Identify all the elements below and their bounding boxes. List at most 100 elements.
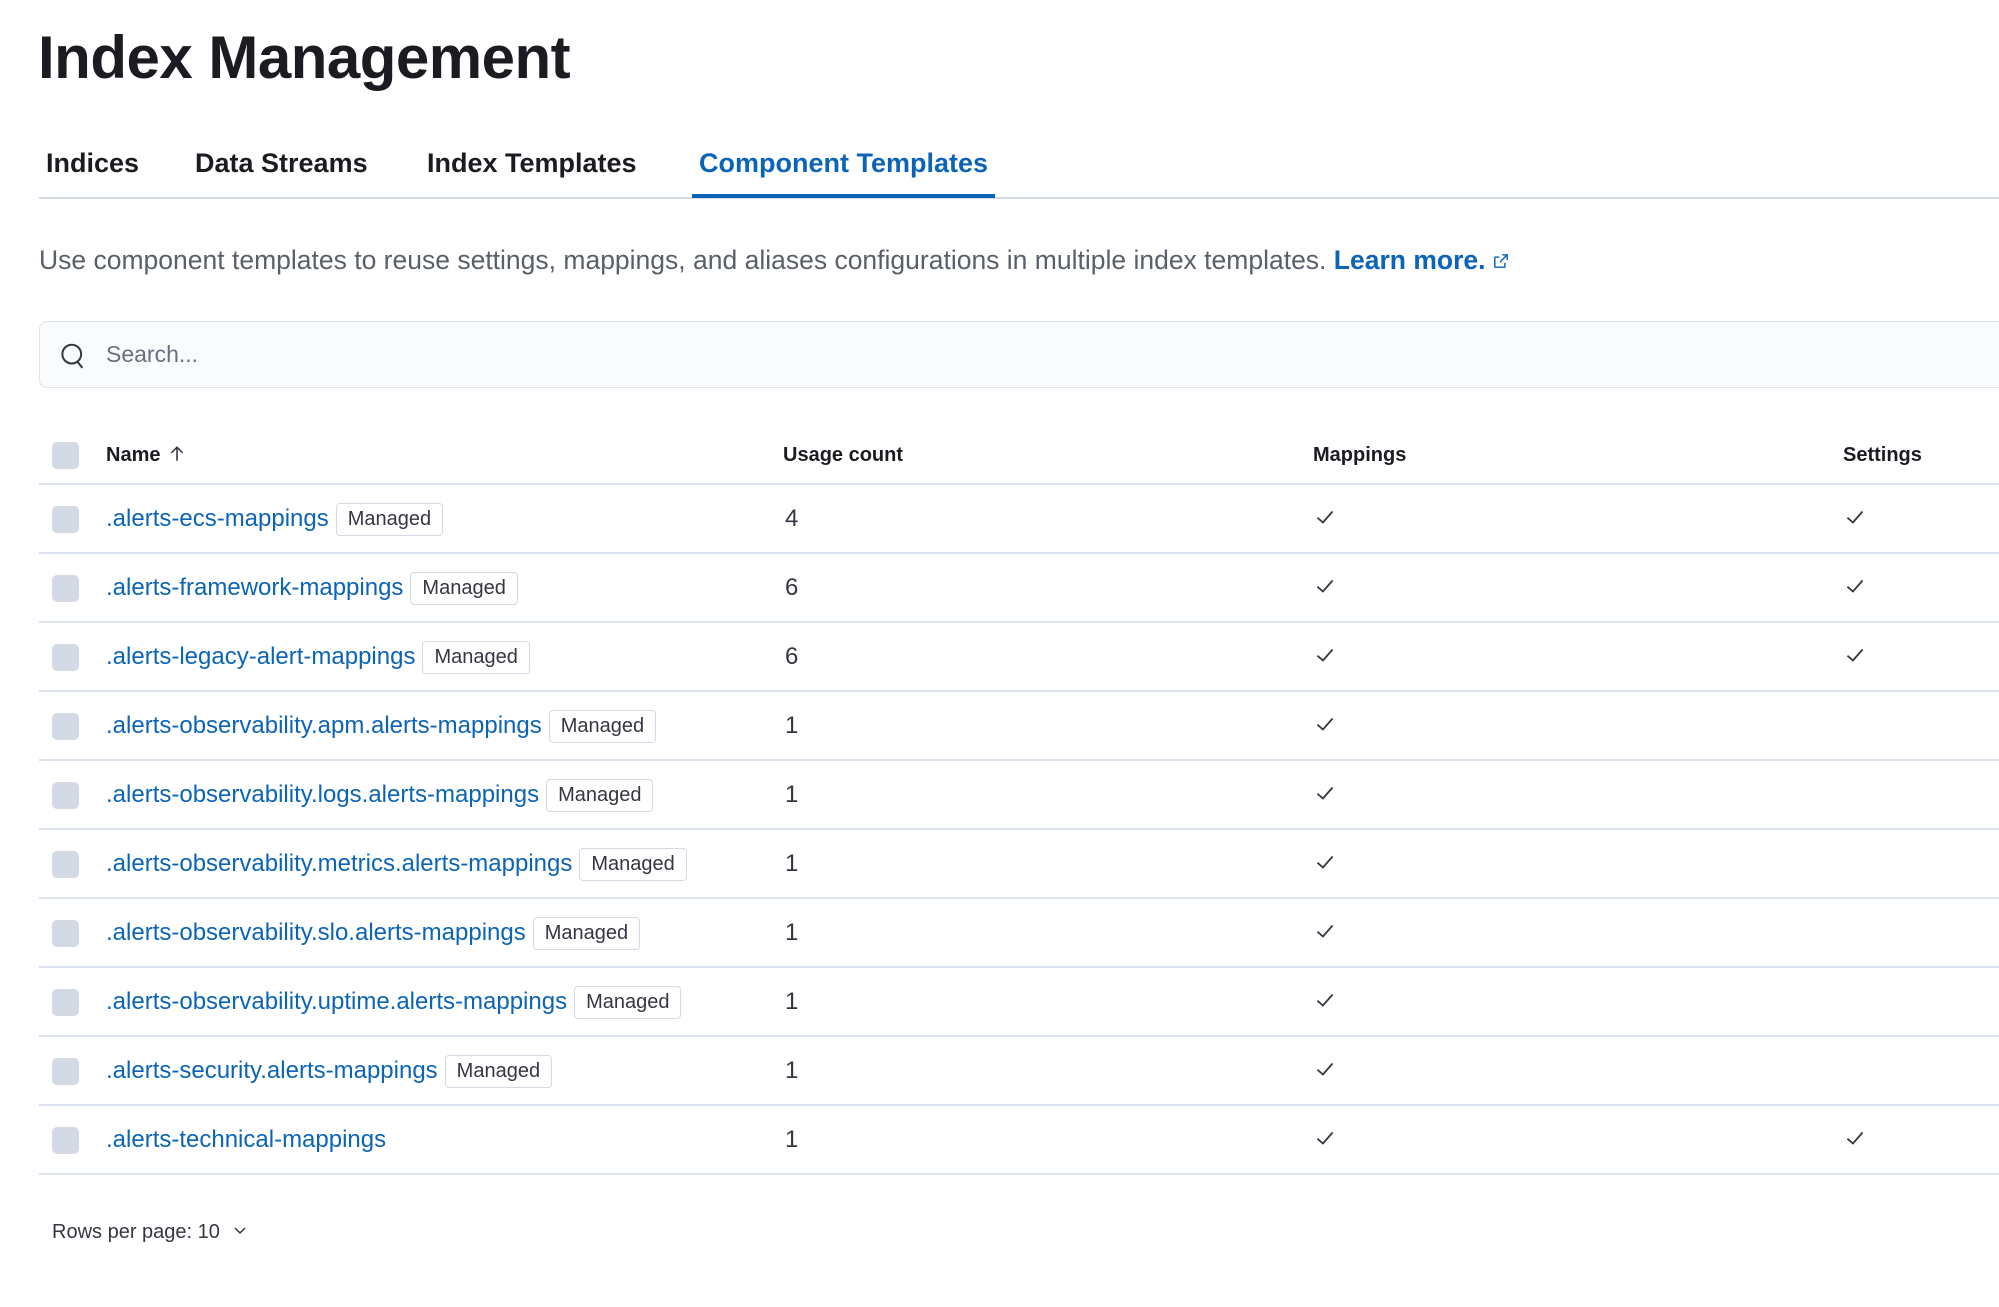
table-header-row: Name Usage count Mappings Settings	[39, 420, 1999, 485]
check-icon	[1316, 786, 1334, 800]
tab-indices[interactable]: Indices	[39, 130, 146, 198]
mappings-cell	[1314, 692, 1336, 760]
usage-count-cell: 4	[785, 505, 799, 532]
template-name-link[interactable]: .alerts-observability.metrics.alerts-map…	[106, 850, 572, 877]
template-name-link[interactable]: .alerts-framework-mappings	[106, 574, 403, 601]
description: Use component templates to reuse setting…	[39, 241, 1510, 279]
tab-component-templates[interactable]: Component Templates	[692, 130, 996, 198]
learn-more-label: Learn more.	[1333, 245, 1486, 275]
table-row: .alerts-framework-mappings Managed 6	[39, 554, 1999, 623]
name-cell: .alerts-observability.metrics.alerts-map…	[106, 830, 687, 898]
name-cell: .alerts-ecs-mappings Managed	[106, 485, 444, 553]
template-name-link[interactable]: .alerts-security.alerts-mappings	[106, 1057, 438, 1084]
check-icon	[1316, 510, 1334, 524]
column-header-mappings: Mappings	[1313, 444, 1407, 466]
row-checkbox[interactable]	[52, 713, 79, 740]
row-checkbox[interactable]	[52, 1127, 79, 1154]
row-checkbox[interactable]	[52, 989, 79, 1016]
name-cell: .alerts-observability.slo.alerts-mapping…	[106, 899, 641, 967]
search-input[interactable]	[106, 322, 1906, 386]
row-checkbox[interactable]	[52, 851, 79, 878]
name-cell: .alerts-legacy-alert-mappings Managed	[106, 623, 530, 691]
mappings-cell	[1314, 623, 1336, 691]
table-row: .alerts-technical-mappings 1	[39, 1106, 1999, 1175]
name-cell: .alerts-observability.logs.alerts-mappin…	[106, 761, 654, 829]
column-header-usage-count: Usage count	[783, 444, 904, 466]
row-checkbox[interactable]	[52, 575, 79, 602]
usage-count-cell: 1	[785, 1057, 799, 1084]
mappings-cell	[1314, 1106, 1336, 1174]
template-name-link[interactable]: .alerts-technical-mappings	[106, 1126, 386, 1153]
managed-badge: Managed	[410, 572, 518, 605]
check-icon	[1846, 510, 1864, 524]
check-icon	[1316, 1062, 1334, 1076]
tab-index-templates[interactable]: Index Templates	[420, 130, 644, 198]
check-icon	[1316, 717, 1334, 731]
mappings-cell	[1314, 899, 1336, 967]
component-templates-table: Name Usage count Mappings Settings .aler…	[39, 420, 1999, 1175]
check-icon	[1316, 855, 1334, 869]
template-name-link[interactable]: .alerts-legacy-alert-mappings	[106, 643, 415, 670]
managed-badge: Managed	[579, 848, 687, 881]
managed-badge: Managed	[548, 710, 657, 743]
check-icon	[1846, 579, 1864, 593]
usage-count-cell: 6	[785, 574, 799, 601]
settings-cell	[1844, 485, 1866, 553]
select-all-checkbox[interactable]	[52, 442, 79, 469]
table-body: .alerts-ecs-mappings Managed 4 .alerts-fr…	[39, 485, 1999, 1175]
check-icon	[1316, 993, 1334, 1007]
template-name-link[interactable]: .alerts-observability.slo.alerts-mapping…	[106, 919, 526, 946]
usage-count-cell: 1	[785, 712, 799, 739]
template-name-link[interactable]: .alerts-observability.apm.alerts-mapping…	[106, 712, 542, 739]
mappings-cell	[1314, 968, 1336, 1036]
name-cell: .alerts-observability.uptime.alerts-mapp…	[106, 968, 682, 1036]
row-checkbox[interactable]	[52, 644, 79, 671]
rows-per-page-button[interactable]: Rows per page: 10	[52, 1217, 248, 1247]
table-row: .alerts-observability.logs.alerts-mappin…	[39, 761, 1999, 830]
settings-cell	[1844, 623, 1866, 691]
settings-cell	[1844, 1106, 1866, 1174]
tab-bar: Indices Data Streams Index Templates Com…	[39, 130, 1999, 199]
table-row: .alerts-security.alerts-mappings Managed …	[39, 1037, 1999, 1106]
usage-count-cell: 1	[785, 1126, 799, 1153]
table-row: .alerts-observability.apm.alerts-mapping…	[39, 692, 1999, 761]
table-row: .alerts-ecs-mappings Managed 4	[39, 485, 1999, 554]
chevron-down-icon	[234, 1227, 246, 1235]
usage-count-cell: 1	[785, 781, 799, 808]
managed-badge: Managed	[335, 503, 444, 536]
managed-badge: Managed	[532, 917, 641, 950]
page-title: Index Management	[38, 24, 571, 91]
search-bar	[39, 321, 1999, 388]
name-cell: .alerts-technical-mappings	[106, 1106, 386, 1174]
name-cell: .alerts-security.alerts-mappings Managed	[106, 1037, 553, 1105]
template-name-link[interactable]: .alerts-observability.uptime.alerts-mapp…	[106, 988, 567, 1015]
table-row: .alerts-observability.slo.alerts-mapping…	[39, 899, 1999, 968]
template-name-link[interactable]: .alerts-ecs-mappings	[106, 505, 329, 532]
table-row: .alerts-observability.uptime.alerts-mapp…	[39, 968, 1999, 1037]
mappings-cell	[1314, 830, 1336, 898]
column-header-name[interactable]: Name	[106, 420, 186, 490]
usage-count-cell: 1	[785, 850, 799, 877]
learn-more-link[interactable]: Learn more.	[1334, 245, 1510, 275]
row-checkbox[interactable]	[52, 782, 79, 809]
row-checkbox[interactable]	[52, 1058, 79, 1085]
tab-data-streams[interactable]: Data Streams	[188, 130, 375, 198]
row-checkbox[interactable]	[52, 506, 79, 533]
column-header-settings: Settings	[1843, 444, 1922, 466]
mappings-cell	[1314, 485, 1336, 553]
check-icon	[1316, 1131, 1334, 1145]
managed-badge: Managed	[444, 1055, 553, 1088]
mappings-cell	[1314, 554, 1336, 622]
mappings-cell	[1314, 1037, 1336, 1105]
description-text: Use component templates to reuse setting…	[39, 245, 1334, 275]
name-cell: .alerts-framework-mappings Managed	[106, 554, 518, 622]
usage-count-cell: 1	[785, 988, 799, 1015]
managed-badge: Managed	[574, 986, 682, 1019]
settings-cell	[1844, 554, 1866, 622]
template-name-link[interactable]: .alerts-observability.logs.alerts-mappin…	[106, 781, 539, 808]
check-icon	[1846, 1131, 1864, 1145]
index-management-page: Index Management Indices Data Streams In…	[0, 0, 1999, 1307]
rows-per-page-label: Rows per page: 10	[52, 1221, 220, 1243]
check-icon	[1316, 648, 1334, 662]
row-checkbox[interactable]	[52, 920, 79, 947]
